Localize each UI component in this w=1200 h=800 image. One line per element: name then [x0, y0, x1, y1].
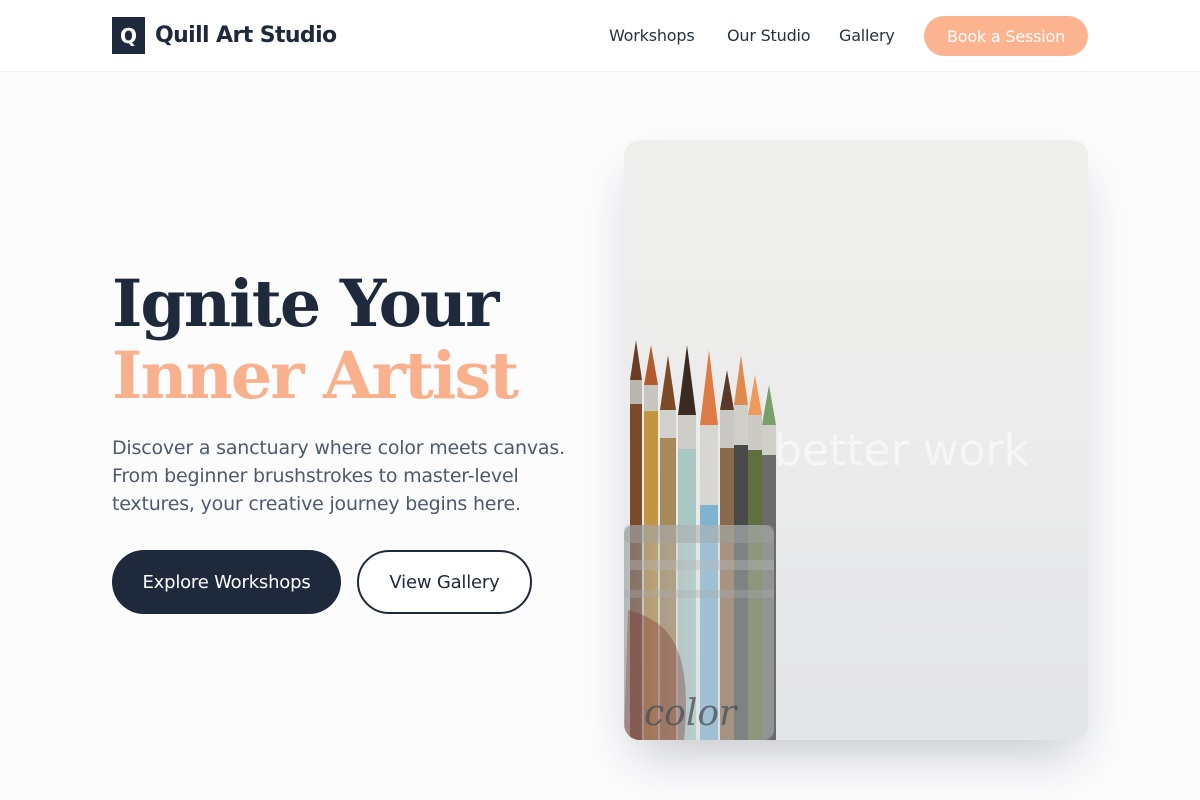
paintbrush-jar-illustration: better work color: [624, 340, 1030, 740]
nav-link-gallery[interactable]: Gallery: [839, 26, 895, 45]
logo-mark-icon: Q: [112, 17, 145, 54]
brand-logo[interactable]: Q Quill Art Studio: [112, 17, 337, 54]
hero-title-line1: Ignite Your: [112, 266, 499, 342]
hero-title-line2: Inner Artist: [112, 338, 519, 414]
hero-description: Discover a sanctuary where color meets c…: [112, 437, 565, 515]
hero-image-paintbrushes: better work color: [624, 140, 1088, 740]
jar-embossed-text: color: [644, 693, 738, 734]
glass-jar: color: [624, 525, 774, 740]
nav-link-workshops[interactable]: Workshops: [609, 26, 695, 45]
book-session-button[interactable]: Book a Session: [924, 16, 1088, 56]
hero-headline: Ignite Your Inner Artist: [112, 268, 582, 412]
top-navbar: Q Quill Art Studio Workshops Our Studio …: [0, 0, 1200, 72]
nav-link-our-studio[interactable]: Our Studio: [727, 26, 811, 45]
view-gallery-button[interactable]: View Gallery: [357, 550, 532, 614]
explore-workshops-button[interactable]: Explore Workshops: [112, 550, 341, 614]
image-watermark-text: better work: [774, 425, 1030, 476]
brand-name: Quill Art Studio: [155, 23, 337, 48]
